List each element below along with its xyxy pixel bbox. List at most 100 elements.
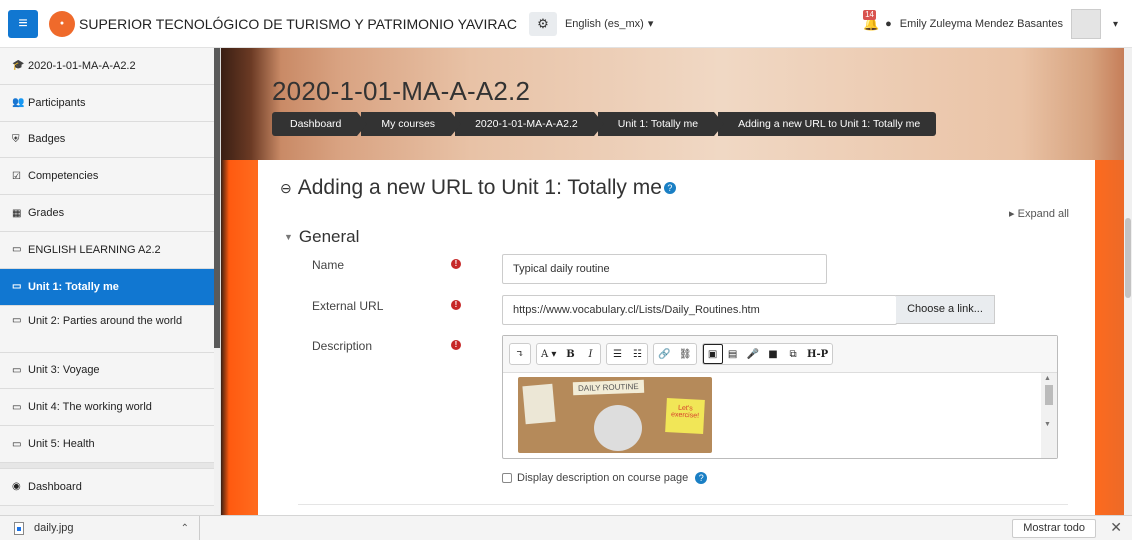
language-label: English (es_mx) — [564, 17, 644, 30]
hamburger-icon[interactable]: ≡ — [8, 9, 38, 38]
image-file-icon — [14, 521, 24, 535]
page-title-text: Adding a new URL to Unit 1: Totally me — [297, 176, 662, 199]
section-general-toggle[interactable]: ▼ General — [284, 227, 359, 247]
name-field[interactable]: Typical daily routine — [502, 254, 827, 284]
display-description-checkbox[interactable] — [502, 473, 512, 483]
folder-icon: ▭ — [12, 244, 22, 256]
record-video-button[interactable]: ■ — [763, 344, 783, 364]
drawer-item-participants[interactable]: 👥 Participants — [0, 84, 220, 122]
editor-content[interactable]: DAILY ROUTINE Let's exercise! ▲ ▼ — [503, 373, 1057, 458]
drawer-scrollbar[interactable] — [214, 48, 220, 515]
drawer-item-course[interactable]: 🎓 2020-1-01-MA-A-A2.2 — [0, 48, 220, 85]
notification-bell-icon[interactable]: 🔔 14 — [863, 10, 879, 32]
breadcrumb-unit-1[interactable]: Unit 1: Totally me — [597, 112, 725, 136]
h5p-button[interactable]: H-P — [803, 344, 832, 364]
drawer-item-label: Competencies — [28, 170, 99, 183]
drawer-item-badges[interactable]: ⛨ Badges — [0, 121, 220, 159]
choose-link-button[interactable]: Choose a link... — [896, 295, 995, 324]
drawer-item-competencies[interactable]: ☑ Competencies — [0, 158, 220, 196]
shield-icon: ⛨ — [12, 133, 20, 145]
scroll-down-icon[interactable]: ▼ — [1044, 421, 1051, 428]
cogs-icon[interactable]: ⚙ — [528, 11, 557, 36]
folder-icon: ▭ — [12, 438, 22, 450]
expand-all-link[interactable]: ▸ Expand all — [1009, 207, 1069, 220]
main-content: ⊖ Adding a new URL to Unit 1: Totally me… — [258, 160, 1095, 515]
record-audio-button[interactable]: 🎤 — [743, 344, 763, 364]
breadcrumb-dashboard[interactable]: Dashboard — [272, 112, 368, 136]
page-scrollbar[interactable] — [1124, 48, 1132, 515]
drawer-item-unit-4[interactable]: ▭ Unit 4: The working world — [0, 389, 220, 427]
toolbar-group-format: A ▾ B I — [536, 343, 602, 365]
downloaded-file[interactable]: daily.jpg ⌃ — [14, 515, 200, 540]
folder-icon: ▭ — [12, 364, 22, 376]
media-button[interactable]: ▤ — [723, 344, 743, 364]
toolbar-group-lists: ☰ ☷ — [606, 343, 649, 365]
scroll-up-icon[interactable]: ▲ — [1044, 375, 1051, 382]
site-name[interactable]: SUPERIOR TECNOLÓGICO DE TURISMO Y PATRIM… — [79, 16, 517, 32]
chevron-up-icon[interactable]: ⌃ — [181, 523, 189, 534]
close-icon[interactable]: ✕ — [1110, 519, 1122, 536]
checkbox-icon: ☑ — [12, 170, 21, 182]
user-area: 🔔 14 ● Emily Zuleyma Mendez Basantes ▾ — [863, 0, 1118, 48]
chevron-down-icon: ▾ — [647, 18, 654, 30]
drawer-item-label: 2020-1-01-MA-A-A2.2 — [28, 59, 136, 72]
toolbar-toggle-button[interactable]: ↴ — [510, 344, 530, 364]
bold-button[interactable]: B — [560, 344, 580, 364]
image-button[interactable]: ▣ — [702, 344, 723, 364]
toolbar-group-toggle: ↴ — [509, 343, 531, 365]
caret-down-icon: ▼ — [284, 232, 293, 242]
toolbar-group-media: ▣ ▤ 🎤 ■ ⧉ H-P — [701, 343, 834, 365]
drawer-item-unit-5[interactable]: ▭ Unit 5: Health — [0, 426, 220, 463]
drawer-item-label: Badges — [28, 133, 66, 146]
description-editor[interactable]: ↴ A ▾ B I ☰ ☷ 🔗 ⛓ ▣ ▤ 🎤 ■ ⧉ H-P DAILY RO… — [502, 335, 1058, 459]
folder-icon: ▭ — [12, 401, 22, 413]
avatar[interactable] — [1070, 9, 1101, 39]
link-button[interactable]: 🔗 — [654, 344, 674, 364]
display-description-option[interactable]: Display description on course page ? — [502, 472, 708, 484]
chevron-down-icon[interactable]: ▾ — [1113, 19, 1118, 30]
breadcrumb-current[interactable]: Adding a new URL to Unit 1: Totally me — [718, 112, 937, 136]
name-label: Name — [312, 258, 345, 272]
section-title: General — [298, 227, 360, 246]
description-label: Description — [312, 339, 373, 353]
drawer-item-label: Unit 4: The working world — [28, 401, 152, 414]
editor-scrollbar[interactable]: ▲ ▼ — [1041, 373, 1057, 458]
drawer-item-label: Unit 3: Voyage — [28, 364, 100, 377]
paragraph-style-button[interactable]: A ▾ — [537, 344, 560, 364]
message-icon[interactable]: ● — [885, 18, 892, 30]
site-logo[interactable]: ● — [49, 10, 75, 37]
unordered-list-button[interactable]: ☰ — [607, 344, 627, 364]
breadcrumb-my-courses[interactable]: My courses — [361, 112, 461, 136]
drawer-item-dashboard[interactable]: ◉ Dashboard — [0, 468, 220, 506]
drawer-item-unit-2[interactable]: ▭ Unit 2: Parties around the world — [0, 305, 220, 353]
language-menu[interactable]: English (es_mx) ▾ — [564, 17, 654, 31]
help-icon[interactable]: ? — [663, 182, 676, 194]
manage-files-button[interactable]: ⧉ — [783, 344, 803, 364]
page-title: ⊖ Adding a new URL to Unit 1: Totally me… — [280, 176, 676, 200]
drawer-scrollbar-thumb[interactable] — [214, 48, 220, 348]
drawer-item-label: Dashboard — [28, 480, 82, 493]
daily-routine-image[interactable]: DAILY ROUTINE Let's exercise! — [518, 377, 712, 453]
drawer-item-label: Unit 2: Parties around the world — [28, 314, 183, 327]
external-url-field[interactable]: https://www.vocabulary.cl/Lists/Daily_Ro… — [502, 295, 897, 325]
top-navbar: ≡ ● SUPERIOR TECNOLÓGICO DE TURISMO Y PA… — [0, 0, 1132, 48]
link-icon: ⊖ — [280, 179, 292, 196]
course-title: 2020-1-01-MA-A-A2.2 — [272, 76, 531, 106]
italic-button[interactable]: I — [580, 344, 600, 364]
editor-toolbar: ↴ A ▾ B I ☰ ☷ 🔗 ⛓ ▣ ▤ 🎤 ■ ⧉ H-P — [503, 336, 1057, 373]
editor-scrollbar-thumb[interactable] — [1045, 385, 1053, 405]
required-icon: ! — [451, 300, 461, 310]
help-icon[interactable]: ? — [695, 472, 708, 484]
breadcrumb-course[interactable]: 2020-1-01-MA-A-A2.2 — [455, 112, 604, 136]
unlink-button[interactable]: ⛓ — [675, 344, 696, 364]
user-name[interactable]: Emily Zuleyma Mendez Basantes — [900, 18, 1063, 30]
ordered-list-button[interactable]: ☷ — [627, 344, 647, 364]
drawer-item-grades[interactable]: ▦ Grades — [0, 195, 220, 232]
drawer-item-unit-3[interactable]: ▭ Unit 3: Voyage — [0, 352, 220, 390]
drawer-item-english-learning[interactable]: ▭ ENGLISH LEARNING A2.2 — [0, 231, 220, 269]
drawer-item-unit-1[interactable]: ▭ Unit 1: Totally me — [0, 268, 220, 306]
folder-icon: ▭ — [12, 281, 22, 293]
display-description-label: Display description on course page — [517, 472, 689, 484]
page-scrollbar-thumb[interactable] — [1125, 218, 1131, 298]
show-all-button[interactable]: Mostrar todo — [1012, 519, 1096, 538]
